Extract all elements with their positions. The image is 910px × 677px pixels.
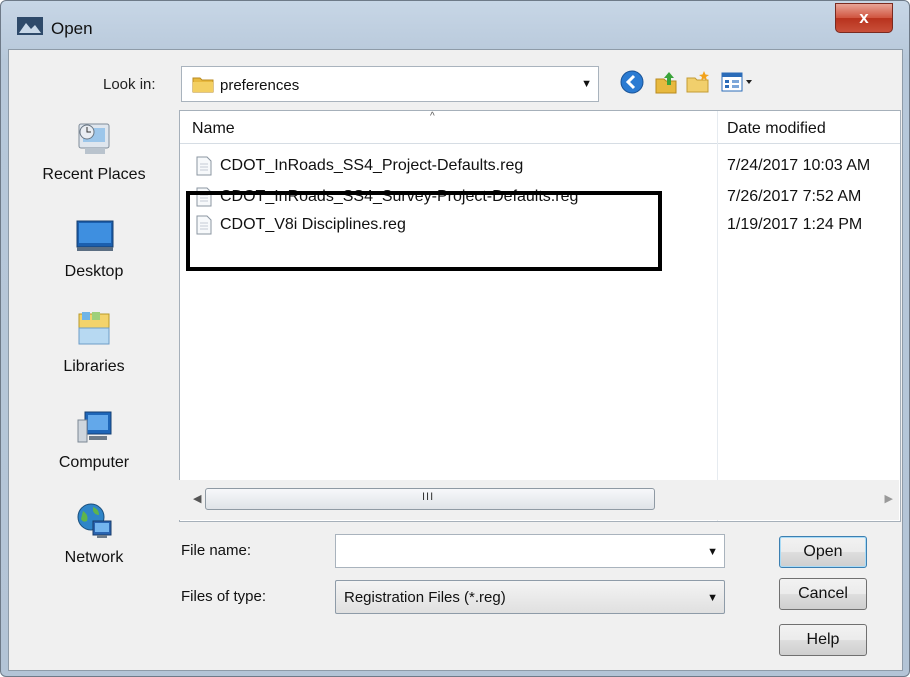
- horizontal-scrollbar[interactable]: ◀ III ▶: [179, 480, 899, 520]
- folder-icon: [192, 77, 214, 93]
- column-header-name[interactable]: Name: [192, 120, 235, 138]
- highlight-box: [186, 191, 662, 271]
- sort-arrow-icon: ^: [430, 111, 435, 122]
- places-bar: Recent Places Desktop Libraries Computer…: [19, 110, 169, 655]
- column-header-date[interactable]: Date modified: [727, 120, 826, 138]
- place-computer[interactable]: Computer: [19, 398, 169, 488]
- libraries-icon: [78, 312, 110, 345]
- file-row[interactable]: CDOT_InRoads_SS4_Project-Defaults.reg 7/…: [180, 151, 900, 181]
- place-recent-places[interactable]: Recent Places: [19, 110, 169, 200]
- file-list[interactable]: Name ^ Date modified CDOT_InRoads_SS4_Pr…: [179, 110, 901, 522]
- desktop-icon: [76, 220, 114, 251]
- help-button[interactable]: Help: [779, 624, 867, 656]
- place-label: Desktop: [64, 263, 124, 280]
- new-folder-icon[interactable]: [685, 69, 711, 95]
- up-folder-icon[interactable]: [653, 69, 679, 95]
- place-label: Network: [64, 549, 124, 566]
- network-icon: [77, 503, 112, 538]
- window-title: Open: [51, 19, 93, 38]
- open-dialog: Open x Look in: preferences ▼ Recent Pla…: [0, 0, 910, 677]
- place-label: Recent Places: [42, 166, 146, 183]
- open-button[interactable]: Open: [779, 536, 867, 568]
- place-libraries[interactable]: Libraries: [19, 302, 169, 392]
- file-type-select[interactable]: Registration Files (*.reg) ▼: [335, 580, 725, 614]
- file-icon: [196, 156, 212, 176]
- view-menu-icon[interactable]: [721, 69, 755, 95]
- file-date: 1/19/2017 1:24 PM: [727, 216, 863, 233]
- scroll-left-arrow-icon[interactable]: ◀: [193, 492, 201, 505]
- file-name-input[interactable]: ▼: [335, 534, 725, 568]
- scrollbar-thumb[interactable]: III: [205, 488, 655, 510]
- chevron-down-icon[interactable]: ▼: [581, 78, 592, 90]
- place-desktop[interactable]: Desktop: [19, 207, 169, 297]
- file-type-label: Files of type:: [181, 588, 267, 605]
- place-label: Computer: [58, 454, 130, 471]
- file-type-value: Registration Files (*.reg): [344, 589, 506, 606]
- file-date: 7/26/2017 7:52 AM: [727, 188, 862, 205]
- file-date: 7/24/2017 10:03 AM: [727, 157, 871, 174]
- file-name: CDOT_InRoads_SS4_Project-Defaults.reg: [220, 157, 524, 174]
- dialog-body: Look in: preferences ▼ Recent Places Des…: [8, 49, 903, 671]
- scrollbar-grip: III: [422, 491, 435, 503]
- title-bar[interactable]: Open x: [1, 1, 909, 49]
- place-label: Libraries: [63, 358, 125, 375]
- app-icon: [17, 17, 43, 35]
- recent-places-icon: [78, 123, 110, 154]
- chevron-down-icon[interactable]: ▼: [707, 546, 718, 558]
- column-header: Name ^ Date modified: [180, 111, 900, 144]
- back-icon[interactable]: [619, 69, 645, 95]
- look-in-value: preferences: [220, 77, 300, 94]
- close-button[interactable]: x: [835, 3, 893, 33]
- place-network[interactable]: Network: [19, 493, 169, 583]
- computer-icon: [77, 411, 112, 443]
- file-name-label: File name:: [181, 542, 252, 559]
- chevron-down-icon[interactable]: ▼: [707, 592, 718, 604]
- cancel-button[interactable]: Cancel: [779, 578, 867, 610]
- look-in-label: Look in:: [103, 76, 156, 93]
- scroll-right-arrow-icon[interactable]: ▶: [885, 492, 893, 505]
- look-in-combobox[interactable]: preferences ▼: [181, 66, 599, 102]
